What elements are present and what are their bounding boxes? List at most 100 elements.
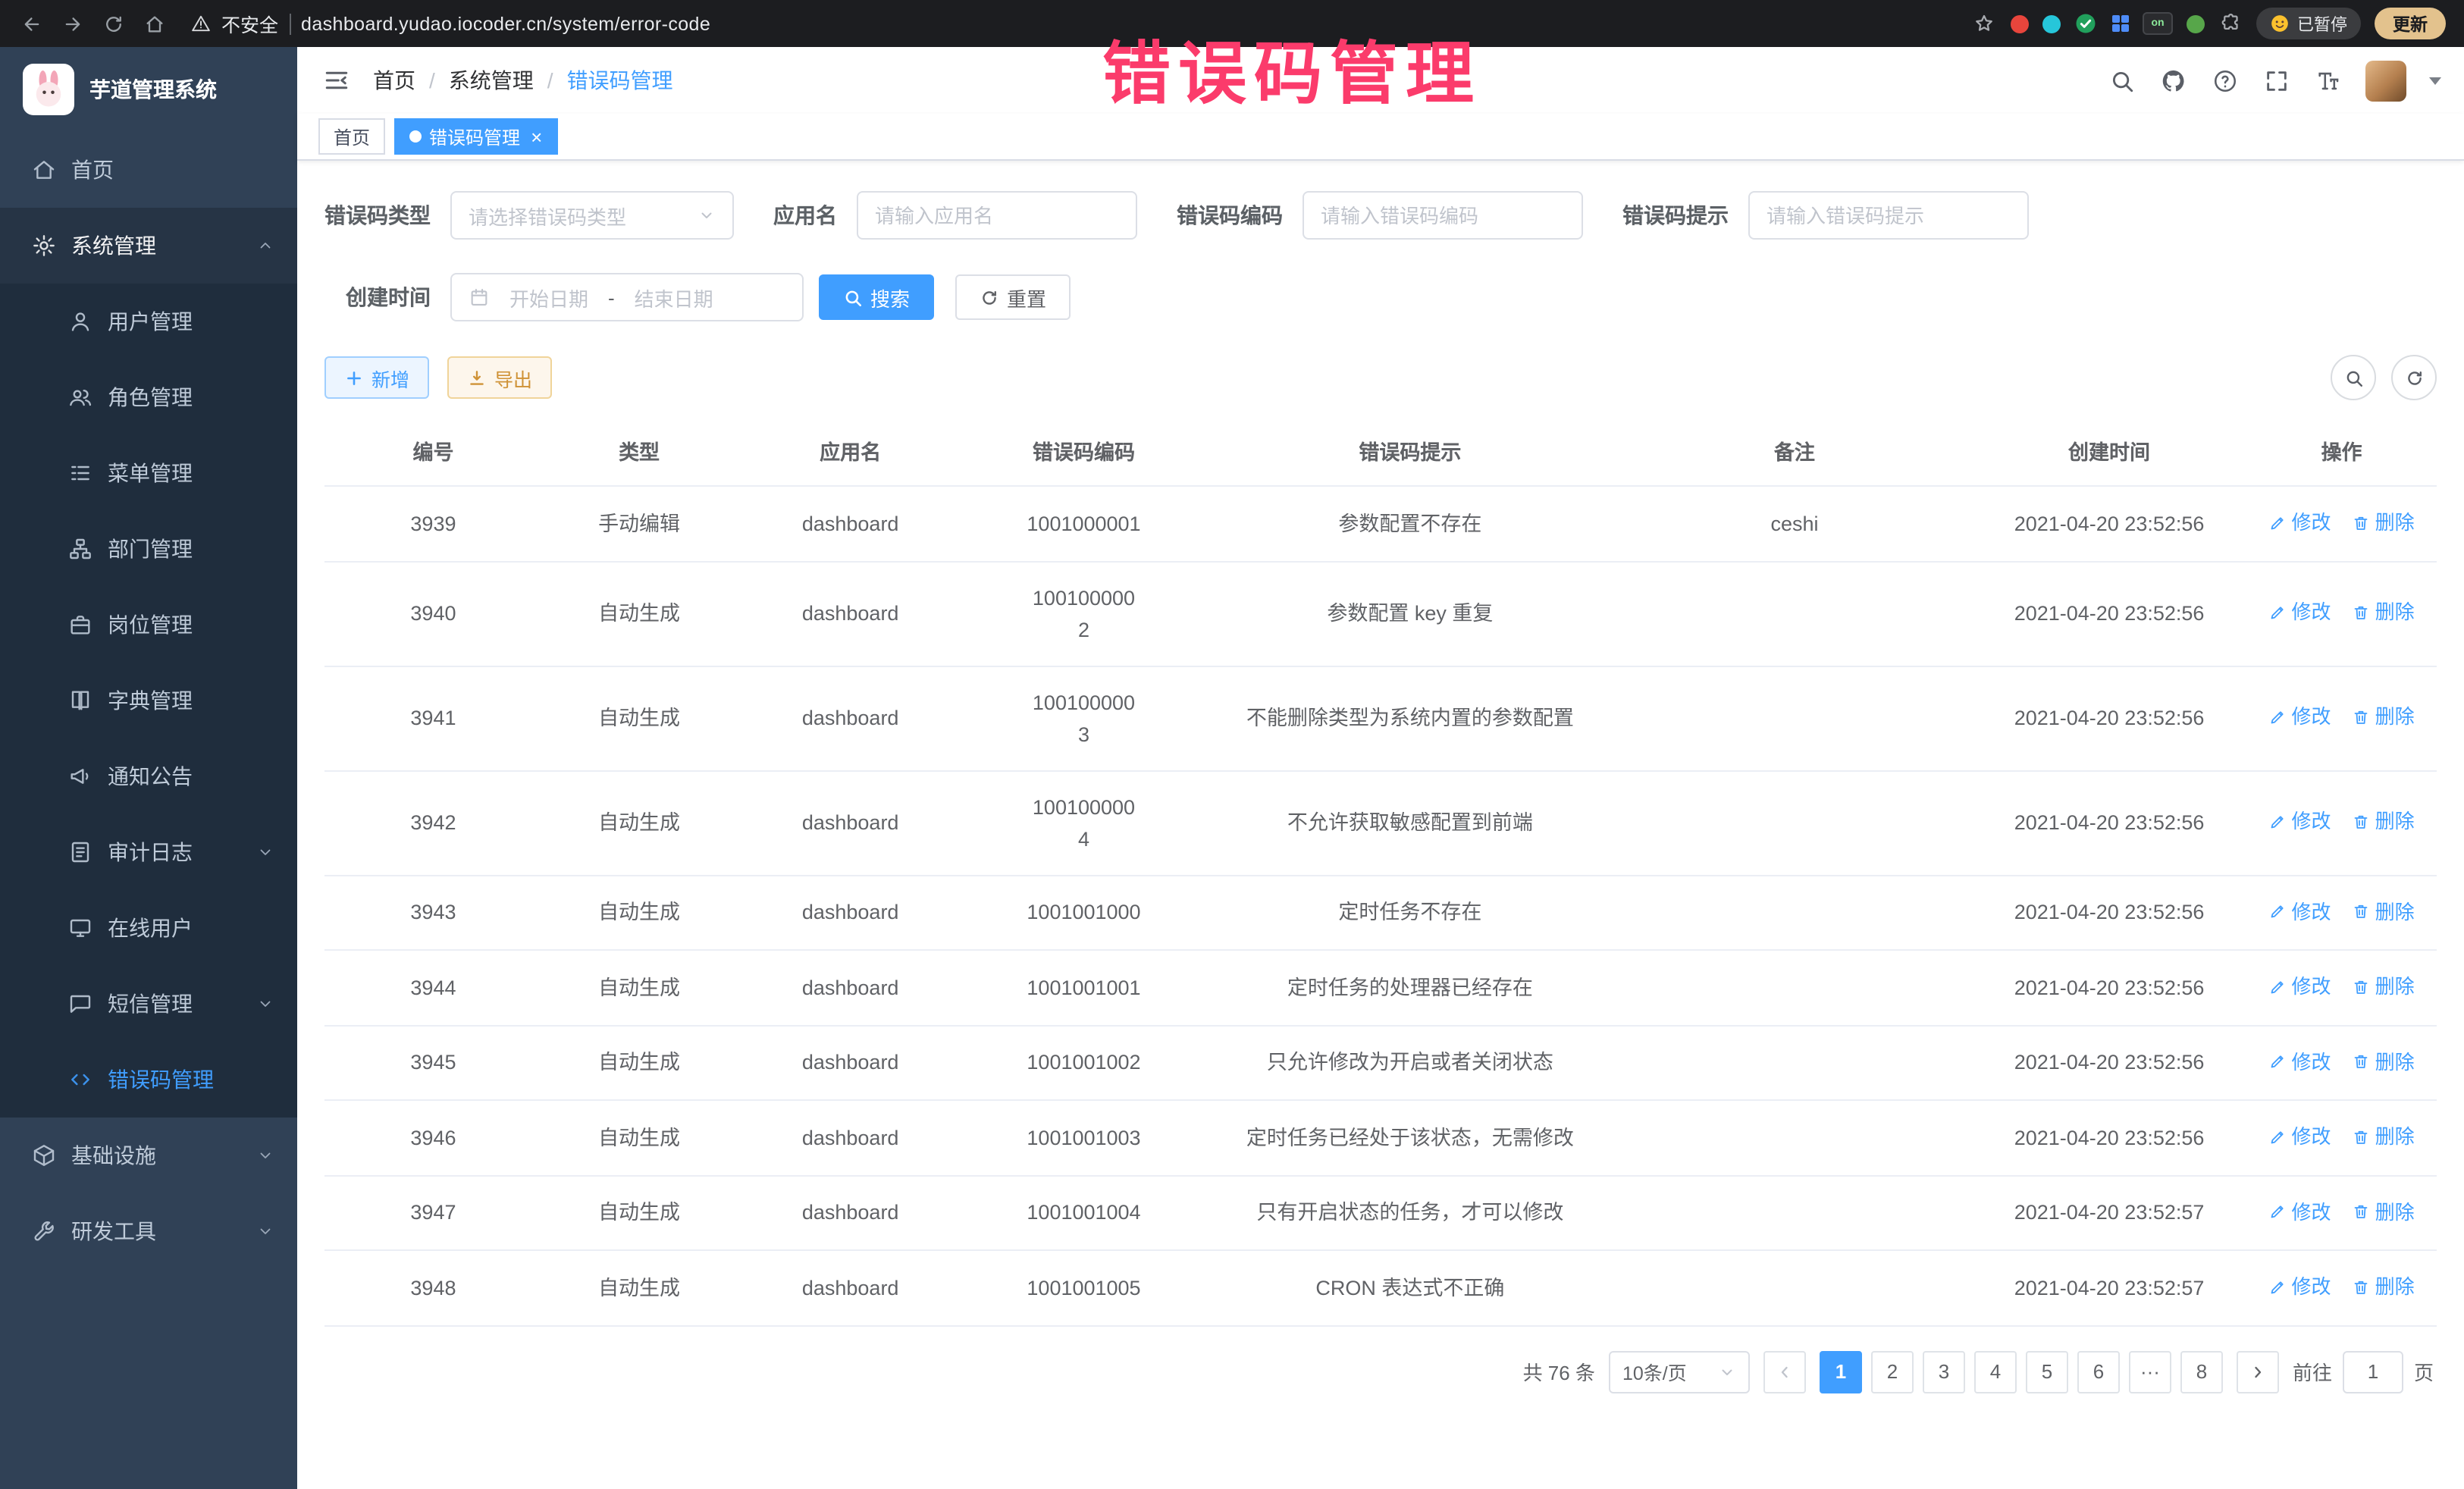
sidebar-item-post[interactable]: 岗位管理 [0, 587, 297, 663]
error-code-input[interactable] [1303, 191, 1583, 240]
breadcrumb-home[interactable]: 首页 [373, 65, 415, 96]
column-header[interactable]: 错误码提示 [1203, 415, 1617, 486]
sidebar-logo-row[interactable]: 芋道管理系统 [0, 47, 297, 132]
page-button-4[interactable]: 4 [1974, 1350, 2017, 1393]
reload-icon[interactable] [94, 5, 132, 42]
home-nav-icon[interactable] [135, 5, 173, 42]
toggle-search-button[interactable] [2331, 355, 2376, 400]
page-button-3[interactable]: 3 [1923, 1350, 1965, 1393]
sidebar-item-audit-log[interactable]: 审计日志 [0, 814, 297, 890]
github-icon[interactable] [2159, 66, 2188, 95]
edit-link[interactable]: 修改 [2269, 701, 2331, 733]
start-date-input[interactable]: 开始日期 [500, 283, 597, 312]
sidebar-item-dict[interactable]: 字典管理 [0, 663, 297, 738]
edit-link[interactable]: 修改 [2269, 1045, 2331, 1077]
edit-link-label: 修改 [2292, 506, 2331, 538]
back-icon[interactable] [12, 5, 50, 42]
help-icon[interactable] [2211, 66, 2240, 95]
edit-link[interactable]: 修改 [2269, 1121, 2331, 1152]
edit-link[interactable]: 修改 [2269, 1196, 2331, 1227]
url-text[interactable]: dashboard.yudao.iocoder.cn/system/error-… [301, 13, 710, 34]
extension-icon-grid[interactable] [2111, 15, 2129, 33]
delete-link[interactable]: 删除 [2353, 1196, 2415, 1227]
sidebar-item-notice[interactable]: 通知公告 [0, 738, 297, 814]
edit-link[interactable]: 修改 [2269, 597, 2331, 629]
page-button-2[interactable]: 2 [1871, 1350, 1914, 1393]
delete-link[interactable]: 删除 [2353, 895, 2415, 927]
edit-link[interactable]: 修改 [2269, 506, 2331, 538]
add-button[interactable]: 新增 [324, 356, 429, 399]
delete-link[interactable]: 删除 [2353, 597, 2415, 629]
edit-link[interactable]: 修改 [2269, 1271, 2331, 1302]
font-size-icon[interactable] [2314, 66, 2343, 95]
sidebar-item-user[interactable]: 用户管理 [0, 284, 297, 359]
sidebar-item-error-code[interactable]: 错误码管理 [0, 1042, 297, 1118]
avatar-caret-icon[interactable] [2429, 77, 2441, 84]
error-type-select[interactable]: 请选择错误码类型 [450, 191, 734, 240]
refresh-table-button[interactable] [2391, 355, 2437, 400]
sidebar-item-home[interactable]: 首页 [0, 132, 297, 208]
next-page-button[interactable] [2237, 1350, 2279, 1393]
search-icon[interactable] [2108, 66, 2136, 95]
page-button-8[interactable]: 8 [2180, 1350, 2223, 1393]
breadcrumb-system[interactable]: 系统管理 [449, 65, 534, 96]
delete-link[interactable]: 删除 [2353, 806, 2415, 838]
column-header[interactable]: 错误码编码 [964, 415, 1203, 486]
tab-error-code[interactable]: 错误码管理× [394, 118, 557, 155]
column-header[interactable]: 备注 [1617, 415, 1972, 486]
error-hint-input[interactable] [1748, 191, 2029, 240]
goto-page-input[interactable] [2343, 1350, 2403, 1393]
sidebar-item-menu[interactable]: 菜单管理 [0, 435, 297, 511]
edit-link[interactable]: 修改 [2269, 895, 2331, 927]
export-button[interactable]: 导出 [447, 356, 552, 399]
sidebar-item-devtool[interactable]: 研发工具 [0, 1193, 297, 1269]
extensions-puzzle-icon[interactable] [2218, 11, 2243, 36]
menu-fold-icon[interactable] [320, 64, 353, 97]
page-size-select[interactable]: 10条/页 [1609, 1350, 1750, 1393]
reset-button[interactable]: 重置 [955, 274, 1071, 320]
tab-home[interactable]: 首页 [318, 118, 385, 155]
extension-icon-on-badge[interactable]: on [2143, 12, 2173, 35]
column-header[interactable]: 应用名 [736, 415, 964, 486]
delete-link[interactable]: 删除 [2353, 1045, 2415, 1077]
extension-icon-green[interactable] [2187, 14, 2205, 33]
sidebar-item-dept[interactable]: 部门管理 [0, 511, 297, 587]
column-header[interactable]: 操作 [2246, 415, 2437, 486]
security-label[interactable]: 不安全 [221, 9, 278, 38]
delete-link[interactable]: 删除 [2353, 701, 2415, 733]
delete-link[interactable]: 删除 [2353, 506, 2415, 538]
page-button-6[interactable]: 6 [2077, 1350, 2120, 1393]
end-date-input[interactable]: 结束日期 [625, 283, 723, 312]
bookmark-star-icon[interactable] [1972, 11, 1996, 36]
sidebar-item-system[interactable]: 系统管理 [0, 208, 297, 284]
prev-page-button[interactable] [1763, 1350, 1806, 1393]
tab-close-icon[interactable]: × [531, 127, 542, 146]
app-name-input[interactable] [857, 191, 1137, 240]
profile-paused-badge[interactable]: 已暂停 [2256, 8, 2361, 39]
delete-link[interactable]: 删除 [2353, 1121, 2415, 1152]
delete-link[interactable]: 删除 [2353, 1271, 2415, 1302]
column-header[interactable]: 创建时间 [1972, 415, 2246, 486]
date-range-picker[interactable]: 开始日期 - 结束日期 [450, 273, 804, 321]
column-header[interactable]: 类型 [542, 415, 736, 486]
column-header[interactable]: 编号 [324, 415, 542, 486]
page-button-1[interactable]: 1 [1820, 1350, 1862, 1393]
sidebar-item-role[interactable]: 角色管理 [0, 359, 297, 435]
sidebar-item-online-user[interactable]: 在线用户 [0, 890, 297, 966]
sidebar-item-sms[interactable]: 短信管理 [0, 966, 297, 1042]
delete-link[interactable]: 删除 [2353, 970, 2415, 1002]
user-avatar[interactable] [2365, 60, 2406, 101]
edit-link[interactable]: 修改 [2269, 970, 2331, 1002]
search-button[interactable]: 搜索 [819, 274, 934, 320]
page-button-5[interactable]: 5 [2026, 1350, 2068, 1393]
extension-icon-red[interactable] [2010, 14, 2028, 33]
pager-ellipsis[interactable]: ··· [2129, 1350, 2171, 1393]
extension-icon-teal[interactable] [2042, 14, 2060, 33]
address-bar[interactable]: 不安全 dashboard.yudao.iocoder.cn/system/er… [191, 9, 710, 38]
forward-icon[interactable] [53, 5, 91, 42]
extension-icon-green-check[interactable] [2074, 11, 2098, 36]
fullscreen-icon[interactable] [2262, 66, 2291, 95]
sidebar-item-infra[interactable]: 基础设施 [0, 1118, 297, 1193]
edit-link[interactable]: 修改 [2269, 806, 2331, 838]
update-button[interactable]: 更新 [2375, 8, 2446, 39]
